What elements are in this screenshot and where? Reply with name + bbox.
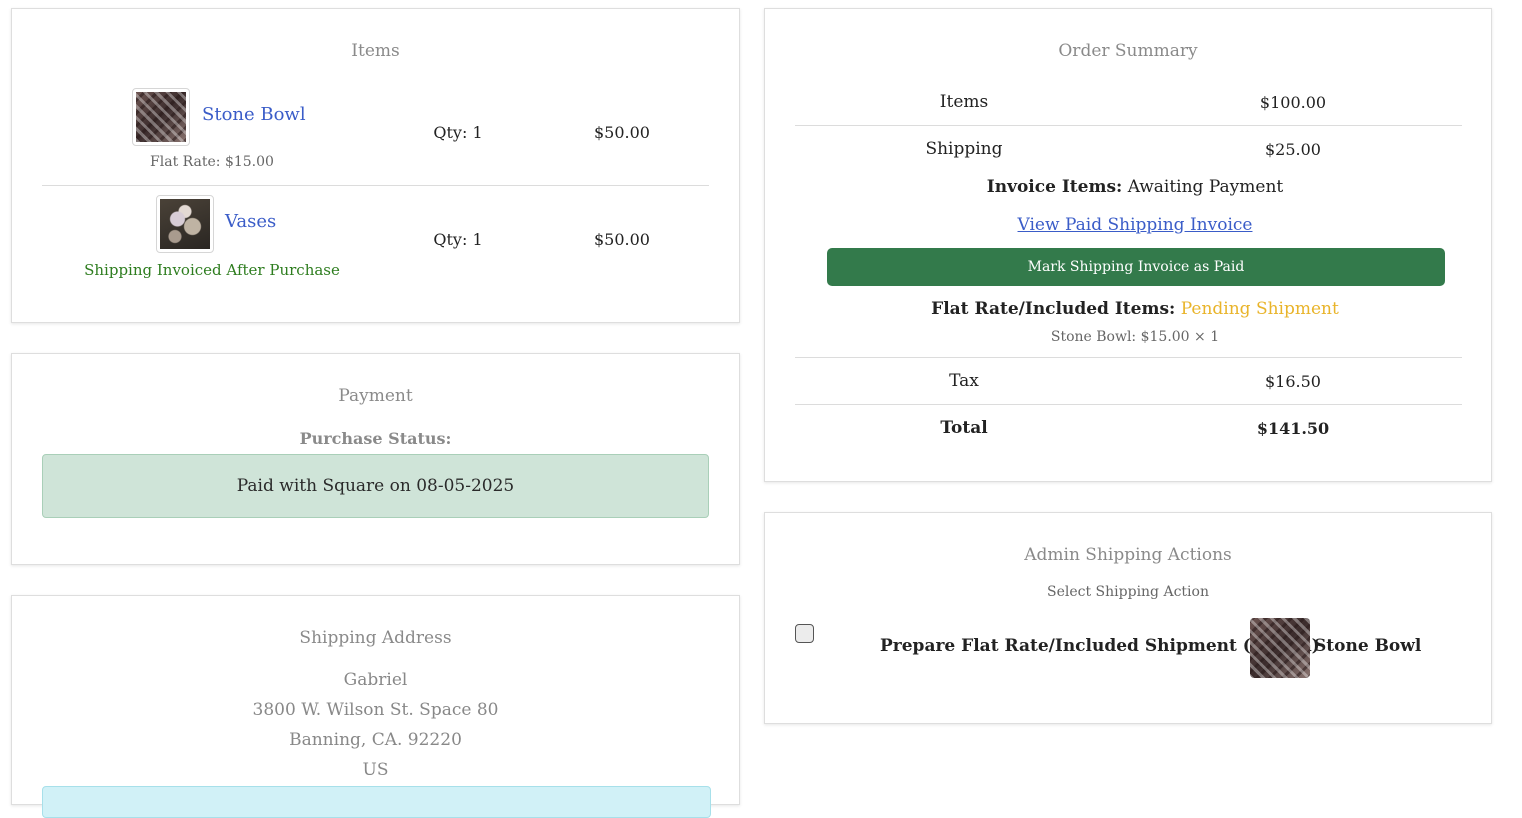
summary-shipping-label: Shipping [925,139,1003,159]
address-country: US [362,760,389,780]
item-qty: Qty: 1 [433,230,483,249]
item-price: $50.00 [594,123,650,142]
item-shipping-note: Shipping Invoiced After Purchase [84,261,340,279]
stone-bowl-thumbnail [1250,618,1310,678]
invoice-items-status: Invoice Items: Awaiting Payment [765,177,1505,197]
summary-divider [795,125,1462,126]
summary-total-value: $141.50 [1256,419,1330,438]
prepare-shipment-checkbox[interactable] [795,624,814,643]
item-divider [42,185,709,186]
shipping-address-title: Shipping Address [299,628,452,648]
address-city: Banning, CA. 92220 [289,730,462,750]
summary-tax-value: $16.50 [1265,372,1321,391]
payment-card: Payment Purchase Status: Paid with Squar… [11,353,740,565]
item-price: $50.00 [594,230,650,249]
items-card-title: Items [351,41,400,61]
summary-items-label: Items [939,92,989,112]
item-link-vases[interactable]: Vases [225,211,276,232]
admin-shipping-actions-card: Admin Shipping Actions Select Shipping A… [764,512,1492,724]
address-name: Gabriel [343,670,408,690]
summary-divider [795,404,1462,405]
invoice-items-label: Invoice Items: [986,177,1123,197]
item-shipping-note: Flat Rate: $15.00 [150,154,274,170]
shipping-address-card: Shipping Address Gabriel 3800 W. Wilson … [11,595,740,818]
order-summary-card: Order Summary Items $100.00 Shipping $25… [764,8,1492,482]
order-summary-title: Order Summary [1058,41,1198,61]
vases-thumbnail[interactable] [156,195,214,253]
flat-rate-detail: Stone Bowl: $15.00 × 1 [1050,329,1220,345]
purchase-status-label: Purchase Status: [299,429,452,448]
admin-shipping-subtitle: Select Shipping Action [1047,584,1209,600]
invoice-items-value: Awaiting Payment [1127,177,1284,197]
payment-status-box: Paid with Square on 08-05-2025 [42,454,709,518]
summary-items-value: $100.00 [1259,93,1327,112]
admin-shipping-title: Admin Shipping Actions [1024,545,1232,565]
flat-rate-label: Flat Rate/Included Items: [931,299,1176,319]
flat-rate-status: Flat Rate/Included Items: Pending Shipme… [765,299,1505,319]
payment-card-title: Payment [338,386,413,406]
items-card: Items Stone Bowl Flat Rate: $15.00 Qty: … [11,8,740,323]
address-street: 3800 W. Wilson St. Space 80 [252,700,499,720]
summary-divider [795,357,1462,358]
summary-total-label: Total [940,418,988,438]
stone-bowl-thumbnail[interactable] [132,88,190,146]
item-link-stone-bowl[interactable]: Stone Bowl [202,104,306,125]
summary-tax-label: Tax [949,371,979,391]
view-paid-shipping-invoice-link[interactable]: View Paid Shipping Invoice [1018,215,1253,235]
mark-shipping-invoice-paid-button[interactable]: Mark Shipping Invoice as Paid [827,248,1445,286]
summary-shipping-value: $25.00 [1265,140,1321,159]
flat-rate-status-value: Pending Shipment [1180,299,1339,319]
item-qty: Qty: 1 [433,123,483,142]
prepare-shipment-item-name: Stone Bowl [1314,636,1422,656]
